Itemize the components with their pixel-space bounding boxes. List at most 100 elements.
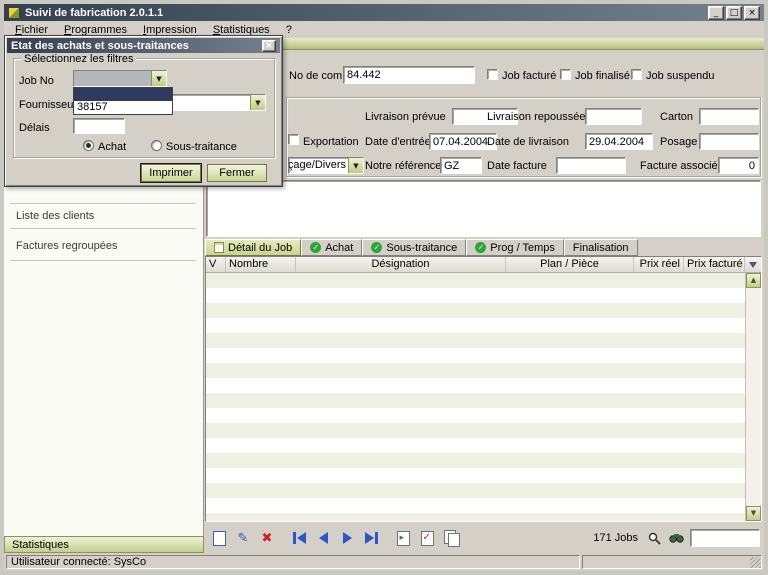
sidebar-separator [10, 203, 196, 204]
job-no-combo[interactable]: ▼ [73, 70, 167, 87]
type-combo[interactable]: enfonçage/Divers ▼ [288, 157, 364, 174]
filters-group-label: Sélectionnez les filtres [21, 53, 136, 65]
table-row[interactable] [206, 363, 745, 378]
dialog-title: Etat des achats et sous-traitances [11, 40, 189, 52]
tab-sous-traitance[interactable]: ✓ Sous-traitance [362, 239, 466, 256]
minimize-button[interactable]: _ [708, 6, 724, 20]
table-scrollbar[interactable]: ▲ ▼ [745, 273, 761, 521]
first-record-icon [293, 532, 296, 544]
column-header-plan-piece[interactable]: Plan / Pièce [506, 257, 634, 272]
tab-finalisation[interactable]: Finalisation [564, 239, 638, 256]
close-button[interactable]: × [744, 6, 760, 20]
table-row[interactable] [206, 468, 745, 483]
table-row[interactable] [206, 378, 745, 393]
scroll-up-button[interactable]: ▲ [746, 273, 761, 288]
new-record-button[interactable] [208, 528, 230, 548]
tab-achat[interactable]: ✓ Achat [301, 239, 362, 256]
maximize-button[interactable]: □ [726, 6, 742, 20]
export-button[interactable]: ▸ [392, 528, 414, 548]
nav-previous-button[interactable] [312, 528, 334, 548]
table-row[interactable] [206, 513, 745, 521]
column-options-button[interactable] [745, 257, 761, 272]
livraison-repoussee-input[interactable] [585, 108, 642, 125]
droplist-item[interactable]: 38157 [74, 101, 172, 114]
copy-button[interactable] [440, 528, 462, 548]
table-row[interactable] [206, 273, 745, 288]
resize-grip[interactable] [750, 557, 761, 568]
quick-search-input[interactable] [690, 529, 760, 547]
table-row[interactable] [206, 438, 745, 453]
delete-icon: ✖ [262, 531, 273, 546]
no-commande-input[interactable] [343, 66, 475, 84]
table-row[interactable] [206, 423, 745, 438]
find-button[interactable] [666, 528, 686, 548]
table-row[interactable] [206, 483, 745, 498]
sidebar-item-factures-regroupees[interactable]: Factures regroupées [16, 240, 118, 252]
date-livraison-input[interactable] [585, 133, 653, 150]
titlebar[interactable]: Suivi de fabrication 2.0.1.1 _ □ × [4, 4, 764, 21]
arrow-right-icon [365, 532, 374, 544]
dialog-titlebar[interactable]: Etat des achats et sous-traitances × [7, 38, 280, 53]
sidebar-separator [10, 228, 196, 229]
statistiques-button[interactable]: Statistiques [4, 536, 204, 553]
dialog-close-button[interactable]: × [262, 40, 276, 52]
imprimer-button[interactable]: Imprimer [141, 164, 201, 182]
carton-input[interactable] [699, 108, 759, 125]
notre-reference-label: Notre référence [365, 160, 441, 172]
job-no-label: Job No [19, 75, 54, 87]
statusbar: Utilisateur connecté: SysCo [4, 553, 764, 571]
arrow-down-icon: ▼ [751, 509, 756, 517]
droplist-item-selected[interactable] [74, 88, 172, 101]
scroll-down-button[interactable]: ▼ [746, 506, 761, 521]
table-row[interactable] [206, 348, 745, 363]
tab-detail-du-job[interactable]: Détail du Job [205, 239, 301, 256]
job-no-dropdown-button[interactable]: ▼ [151, 71, 166, 86]
job-finalise-label: Job finalisé [575, 70, 630, 82]
column-header-designation[interactable]: Désignation [296, 257, 506, 272]
delais-input[interactable] [73, 118, 125, 134]
tab-prog-temps[interactable]: ✓ Prog / Temps [466, 239, 564, 256]
facture-associee-input[interactable] [718, 157, 759, 174]
column-header-prix-reel[interactable]: Prix réel [634, 257, 684, 272]
remarks-field[interactable] [206, 180, 761, 237]
filters-dialog: Etat des achats et sous-traitances × Sél… [4, 35, 283, 187]
table-row[interactable] [206, 333, 745, 348]
fermer-button[interactable]: Fermer [207, 164, 267, 182]
funnel-icon [749, 262, 757, 268]
table-row[interactable] [206, 393, 745, 408]
nav-next-button[interactable] [336, 528, 358, 548]
posage-input[interactable] [699, 133, 759, 150]
notre-reference-input[interactable] [440, 157, 482, 174]
column-header-v[interactable]: V [206, 257, 226, 272]
sous-traitance-radio-label: Sous-traitance [166, 141, 237, 153]
table-row[interactable] [206, 453, 745, 468]
column-header-prix-facture[interactable]: Prix facturé [684, 257, 745, 272]
job-finalise-checkbox[interactable] [560, 69, 571, 80]
tab-label: Prog / Temps [490, 242, 555, 254]
nav-first-button[interactable] [288, 528, 310, 548]
table-row[interactable] [206, 318, 745, 333]
table-header: V Nombre Désignation Plan / Pièce Prix r… [206, 257, 761, 273]
column-header-nombre[interactable]: Nombre [226, 257, 296, 272]
delete-record-button[interactable]: ✖ [256, 528, 278, 548]
job-suspendu-checkbox[interactable] [631, 69, 642, 80]
detail-sheet-icon [214, 242, 224, 253]
table-row[interactable] [206, 408, 745, 423]
job-facture-checkbox[interactable] [487, 69, 498, 80]
sous-traitance-radio[interactable] [151, 140, 162, 151]
table-row[interactable] [206, 303, 745, 318]
table-row[interactable] [206, 498, 745, 513]
achat-radio[interactable] [83, 140, 94, 151]
arrow-right-icon [343, 532, 352, 544]
edit-record-button[interactable]: ✎ [232, 528, 254, 548]
table-row[interactable] [206, 288, 745, 303]
date-facture-input[interactable] [556, 157, 626, 174]
fournisseur-dropdown-button[interactable]: ▼ [250, 95, 265, 110]
copy-icon [444, 530, 459, 546]
nav-last-button[interactable] [360, 528, 382, 548]
type-combo-dropdown-button[interactable]: ▼ [348, 158, 363, 173]
sidebar-item-liste-des-clients[interactable]: Liste des clients [16, 210, 94, 222]
search-button[interactable] [644, 528, 664, 548]
exportation-checkbox[interactable] [288, 134, 299, 145]
validate-button[interactable]: ✓ [416, 528, 438, 548]
